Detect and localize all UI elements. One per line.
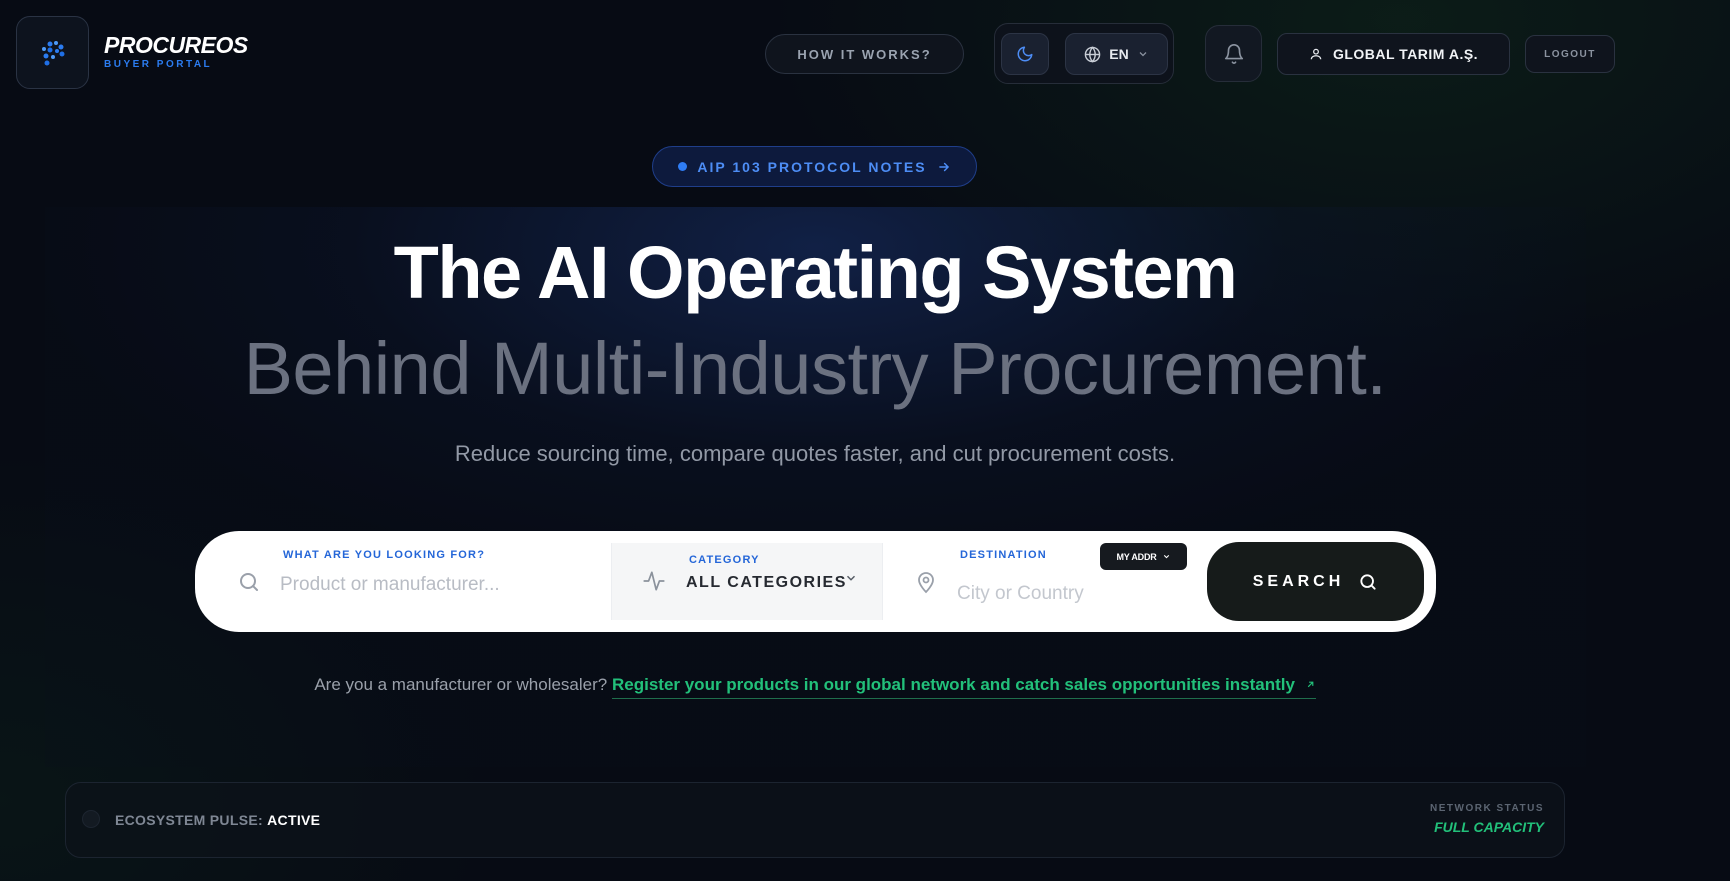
brand-name: PROCUREOS bbox=[104, 32, 248, 58]
search-icon bbox=[1360, 573, 1376, 590]
theme-toggle-button[interactable] bbox=[1001, 33, 1049, 75]
pulse-status: ACTIVE bbox=[267, 812, 321, 828]
user-icon bbox=[1310, 48, 1322, 60]
logout-button[interactable]: LOGOUT bbox=[1525, 35, 1615, 73]
search-button-label: SEARCH bbox=[1252, 572, 1345, 590]
arrow-right-icon bbox=[938, 162, 949, 171]
register-link-label: Register your products in our global net… bbox=[611, 675, 1295, 694]
query-label: WHAT ARE YOU LOOKING FOR? bbox=[283, 549, 486, 561]
my-address-button[interactable]: MY ADDR bbox=[1100, 543, 1187, 570]
destination-input[interactable] bbox=[957, 579, 1087, 609]
pulse-label: ECOSYSTEM PULSE: bbox=[115, 812, 263, 828]
procureos-logo-icon bbox=[41, 40, 64, 65]
category-value: ALL CATEGORIES bbox=[686, 574, 847, 591]
moon-icon bbox=[1017, 46, 1033, 62]
category-label: CATEGORY bbox=[689, 554, 760, 566]
hero-tagline: Reduce sourcing time, compare quotes fas… bbox=[454, 441, 1176, 466]
language-label: EN bbox=[1109, 46, 1129, 62]
search-input[interactable] bbox=[280, 570, 600, 600]
hero-subtitle: Behind Multi-Industry Procurement. bbox=[243, 327, 1387, 410]
notifications-button[interactable] bbox=[1205, 25, 1262, 82]
bell-icon bbox=[1224, 43, 1243, 64]
network-status-value: FULL CAPACITY bbox=[1434, 819, 1544, 835]
ecosystem-pulse: ECOSYSTEM PULSE: ACTIVE bbox=[115, 812, 320, 828]
register-question: Are you a manufacturer or wholesaler? bbox=[314, 675, 608, 694]
how-it-works-button[interactable]: HOW IT WORKS? bbox=[765, 34, 964, 74]
user-name: GLOBAL TARIM A.Ş. bbox=[1332, 46, 1479, 62]
language-selector[interactable]: EN bbox=[1065, 33, 1168, 75]
chevron-down-icon bbox=[1163, 554, 1169, 559]
globe-icon bbox=[1084, 45, 1101, 63]
protocol-notes-label: AIP 103 PROTOCOL NOTES bbox=[697, 158, 927, 175]
my-address-label: MY ADDR bbox=[1116, 551, 1157, 562]
destination-label: DESTINATION bbox=[960, 549, 1047, 561]
register-link[interactable]: Register your products in our global net… bbox=[611, 675, 1316, 699]
search-icon bbox=[237, 570, 261, 599]
map-pin-icon bbox=[914, 569, 938, 600]
external-link-icon bbox=[1307, 681, 1314, 688]
network-status-label: NETWORK STATUS bbox=[1430, 803, 1544, 814]
user-account-button[interactable]: GLOBAL TARIM A.Ş. bbox=[1277, 33, 1510, 75]
chevron-down-icon bbox=[844, 571, 858, 590]
pulse-indicator bbox=[82, 810, 100, 828]
chevron-down-icon bbox=[1139, 52, 1147, 57]
activity-icon bbox=[641, 568, 667, 599]
logo-box[interactable] bbox=[16, 16, 89, 89]
protocol-notes-badge[interactable]: AIP 103 PROTOCOL NOTES bbox=[652, 146, 977, 187]
register-prompt: Are you a manufacturer or wholesaler? Re… bbox=[0, 675, 1630, 699]
search-button[interactable]: SEARCH bbox=[1207, 542, 1424, 621]
brand-subtitle: BUYER PORTAL bbox=[104, 59, 213, 70]
brand[interactable]: PROCUREOS BUYER PORTAL bbox=[104, 32, 248, 71]
status-dot bbox=[678, 162, 688, 171]
hero-title: The AI Operating System bbox=[393, 231, 1238, 314]
